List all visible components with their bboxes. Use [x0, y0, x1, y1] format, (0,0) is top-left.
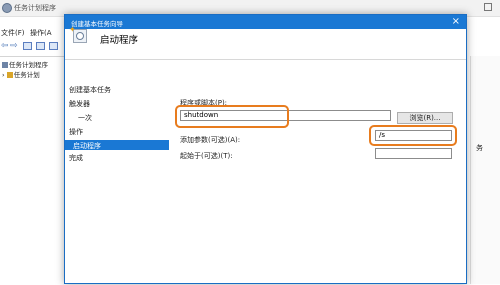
maximize-icon[interactable]	[484, 3, 492, 11]
actions-pane-text: 务	[476, 144, 483, 152]
task-scheduler-icon	[2, 3, 12, 13]
expand-chevron-icon[interactable]: ›	[2, 71, 5, 79]
step-trigger[interactable]: 触发器	[69, 99, 90, 109]
browse-button[interactable]: 浏览(R)...	[397, 112, 453, 124]
tree-item-task-scheduler[interactable]: 任务计划程序	[2, 59, 48, 69]
step-finish[interactable]: 完成	[69, 153, 83, 163]
actions-pane	[470, 56, 500, 284]
step-once[interactable]: 一次	[78, 113, 92, 123]
menu-action[interactable]: 操作(A	[30, 28, 52, 38]
close-icon[interactable]: ×	[452, 16, 460, 27]
toolbar-button[interactable]	[49, 42, 58, 50]
wizard-star-icon: ✦	[69, 25, 76, 34]
background-window-title: 任务计划程序	[14, 4, 56, 12]
console-tree-button[interactable]	[23, 42, 32, 50]
tree-item-task-library[interactable]: › 任务计划	[2, 69, 40, 79]
console-tree: 任务计划程序 › 任务计划	[0, 56, 66, 285]
menu-file[interactable]: 文件(F)	[1, 28, 25, 38]
dialog-titlebar: 创建基本任务向导 ×	[65, 15, 466, 29]
dialog-title: 创建基本任务向导	[71, 20, 123, 28]
program-highlight-annotation	[175, 105, 289, 128]
arguments-highlight-annotation	[369, 125, 457, 146]
wizard-clock-icon	[76, 32, 84, 40]
step-action[interactable]: 操作	[69, 127, 83, 137]
back-arrow-icon[interactable]: ⇦	[1, 41, 9, 51]
arguments-label: 添加参数(可选)(A):	[180, 136, 241, 144]
forward-arrow-icon[interactable]: ⇨	[10, 41, 18, 51]
toolbar-button[interactable]	[36, 42, 45, 50]
start-in-input[interactable]	[375, 148, 452, 159]
start-in-label: 起始于(可选)(T):	[180, 152, 233, 160]
clock-icon	[2, 62, 8, 68]
folder-icon	[6, 72, 13, 78]
page-title: 启动程序	[100, 35, 139, 46]
step-create-basic-task[interactable]: 创建基本任务	[69, 85, 111, 95]
step-start-program[interactable]: 启动程序	[73, 141, 101, 151]
